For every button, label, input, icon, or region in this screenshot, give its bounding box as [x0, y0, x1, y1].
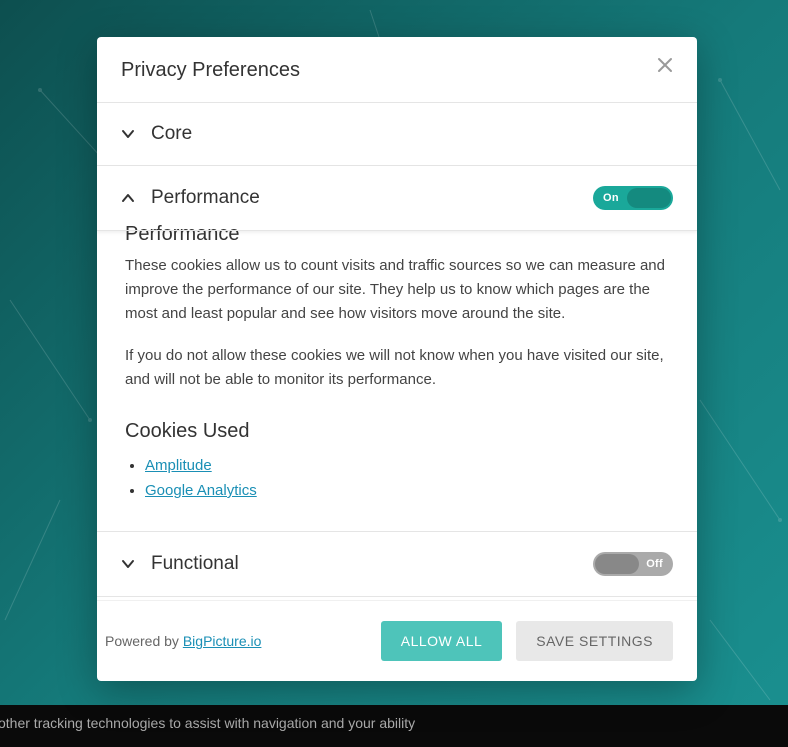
category-performance: Performance On: [97, 166, 697, 231]
close-button[interactable]: [657, 55, 673, 77]
category-performance-label: Performance: [151, 187, 593, 209]
category-scroll-region[interactable]: Core Performance On Performance The: [97, 103, 697, 600]
list-item: Amplitude: [145, 457, 669, 474]
toggle-knob: [595, 554, 639, 574]
cookies-used-list: Amplitude Google Analytics: [125, 457, 669, 499]
cookie-banner-text-fragment: other tracking technologies to assist wi…: [0, 715, 788, 731]
category-functional-label: Functional: [151, 553, 593, 575]
category-targeting-header[interactable]: Targeting Off: [97, 597, 697, 600]
toggle-functional[interactable]: Off: [593, 552, 673, 576]
performance-description-1: These cookies allow us to count visits a…: [125, 254, 669, 326]
cookie-link-amplitude[interactable]: Amplitude: [145, 457, 212, 474]
category-functional: Functional Off: [97, 531, 697, 597]
modal-header: Privacy Preferences: [97, 37, 697, 103]
performance-description-2: If you do not allow these cookies we wil…: [125, 344, 669, 392]
category-core-label: Core: [151, 123, 673, 145]
category-core: Core: [97, 103, 697, 166]
category-targeting: Targeting Off: [97, 597, 697, 600]
privacy-preferences-modal: Privacy Preferences Core Perfor: [97, 37, 697, 681]
list-item: Google Analytics: [145, 482, 669, 499]
toggle-functional-state: Off: [636, 558, 673, 570]
category-core-header[interactable]: Core: [97, 103, 697, 165]
category-functional-header[interactable]: Functional Off: [97, 532, 697, 596]
chevron-down-icon: [121, 557, 135, 571]
toggle-knob: [627, 188, 671, 208]
modal-footer: Powered by BigPicture.io ALLOW ALL SAVE …: [97, 600, 697, 681]
save-settings-button[interactable]: SAVE SETTINGS: [516, 621, 673, 661]
allow-all-button[interactable]: ALLOW ALL: [381, 621, 503, 661]
toggle-performance[interactable]: On: [593, 186, 673, 210]
chevron-up-icon: [121, 191, 135, 205]
modal-body: Core Performance On Performance The: [97, 103, 697, 600]
cookies-used-heading: Cookies Used: [125, 420, 669, 443]
cookie-link-google-analytics[interactable]: Google Analytics: [145, 482, 257, 499]
toggle-performance-state: On: [593, 192, 629, 204]
powered-by-prefix: Powered by: [105, 633, 183, 649]
category-performance-header[interactable]: Performance On: [97, 166, 697, 230]
cookie-banner-bottom: other tracking technologies to assist wi…: [0, 705, 788, 747]
modal-title: Privacy Preferences: [121, 59, 300, 82]
powered-by-link[interactable]: BigPicture.io: [183, 633, 262, 649]
close-icon: [657, 57, 673, 73]
powered-by: Powered by BigPicture.io: [105, 633, 367, 649]
category-performance-expanded: Performance These cookies allow us to co…: [97, 231, 697, 531]
chevron-down-icon: [121, 127, 135, 141]
